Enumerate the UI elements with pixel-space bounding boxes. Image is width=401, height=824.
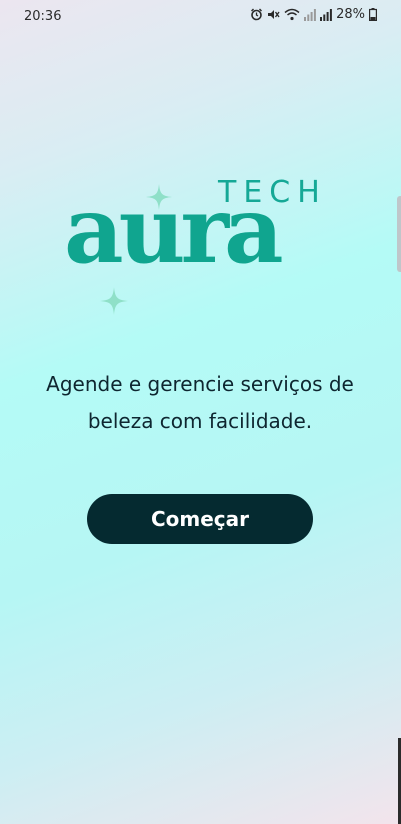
status-time: 20:36 <box>24 9 62 24</box>
tagline-line-2: beleza com facilidade. <box>87 409 313 433</box>
start-button-label: Começar <box>150 507 250 531</box>
status-icons: 28% <box>250 7 377 22</box>
logo-aura-text: aura <box>64 176 284 284</box>
start-button[interactable]: Começar <box>87 494 313 544</box>
tagline-line-1: Agende e gerencie serviços de <box>46 372 354 396</box>
mute-icon <box>267 8 280 21</box>
battery-icon <box>369 8 377 21</box>
signal-icon <box>304 8 316 21</box>
status-bar: 20:36 28% <box>0 0 401 34</box>
alarm-icon <box>250 8 263 21</box>
sparkle-icon <box>100 287 128 315</box>
wifi-icon <box>284 8 300 21</box>
welcome-screen: 20:36 28% TECH aura Agende e gerencie se… <box>0 0 401 824</box>
battery-percentage: 28% <box>336 7 365 22</box>
signal-icon <box>320 8 332 21</box>
aura-tech-logo: TECH aura <box>60 172 350 322</box>
tagline: Agende e gerencie serviços de beleza com… <box>20 366 380 440</box>
edge-panel-handle[interactable] <box>397 196 401 272</box>
